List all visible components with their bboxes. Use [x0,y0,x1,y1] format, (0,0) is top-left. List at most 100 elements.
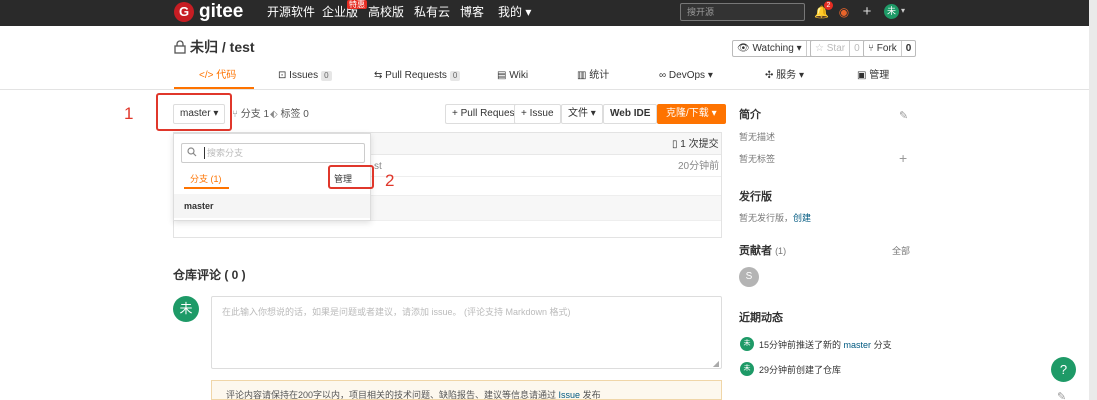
tags-label: 标签 0 [280,109,309,120]
nav-open-source[interactable]: 开源软件 [267,5,315,19]
activity-branch-link[interactable]: master [844,340,872,350]
avatar-chevron-down-icon[interactable]: ▾ [901,6,905,15]
intro-title: 简介 [739,109,761,121]
top-search-input[interactable]: 搜开源 [680,3,805,21]
user-avatar[interactable]: 未 [884,4,899,19]
gitee-logo-text[interactable]: gitee [199,1,243,23]
tab-services-label: 服务 [776,70,797,81]
create-release-link[interactable]: 创建 [793,213,811,223]
star-button[interactable]: ☆ Star 0 [810,40,865,57]
nav-private-cloud[interactable]: 私有云 [414,5,450,19]
chevron-down-icon: ▾ [707,70,713,81]
bulb-icon[interactable]: ◉ [837,5,851,19]
repo-title[interactable]: 未归 / test [190,38,255,56]
file-menu-label: 文件 [568,108,588,119]
special-offer-badge: 特惠 [347,0,367,9]
gitee-logo-icon[interactable]: G [174,2,194,22]
repo-comments-title: 仓库评论 ( 0 ) [173,268,246,282]
chevron-down-icon: ▾ [525,5,532,19]
tab-issues[interactable]: ⊡ Issues 0 [278,70,332,82]
infinity-icon: ∞ [659,70,667,81]
activity-avatar[interactable]: 未 [740,337,754,351]
bar-chart-icon: ▥ [577,70,587,81]
tab-devops[interactable]: ∞ DevOps ▾ [659,70,713,82]
issues-count-badge: 0 [321,71,332,81]
chevron-down-icon: ▾ [798,70,804,81]
branch-search-placeholder: 搜索分支 [204,147,243,159]
repo-header: 未归 / test 👁 Watching ▾ 1 ☆ Star 0 ⑂ Fork… [0,26,1089,90]
file-menu-button[interactable]: 文件 ▾ [561,104,603,124]
nav-blog[interactable]: 博客 [460,5,484,19]
no-release-text: 暂无发行版，创建 [739,213,811,224]
tab-pr-label: Pull Requests [385,70,447,81]
star-count: 0 [849,41,864,56]
branch-icon: ⑂ [232,109,238,120]
tab-services[interactable]: ✣ 服务 ▾ [765,70,804,82]
services-icon: ✣ [765,70,774,81]
tab-manage[interactable]: ▣ 管理 [857,70,889,82]
tab-issues-label: Issues [289,70,319,81]
release-title: 发行版 [739,191,772,203]
tag-icon: ⬖ [270,109,278,120]
tab-code[interactable]: </> 代码 [199,70,236,82]
branches-label: 分支 1 [240,109,270,120]
commit-count-label: 1 次提交 [680,139,719,150]
branch-select-label: master [180,108,211,119]
branch-tab[interactable]: 分支 (1) [190,172,222,185]
contributors-label: 贡献者 [739,245,772,257]
feedback-edit-icon[interactable]: ✎ [1057,390,1066,400]
commit-message: st [374,161,382,172]
book-icon: ▤ [497,70,507,81]
no-tags-text: 暂无标签 [739,154,776,164]
annotation-step-1: 1 [124,104,134,123]
help-button[interactable]: ? [1051,357,1076,382]
resize-handle-icon[interactable]: ◢ [713,359,719,368]
tags-link[interactable]: ⬖ 标签 0 [270,109,309,121]
tab-stats-label: 统计 [589,70,610,81]
tab-code-label: 代码 [216,70,237,81]
nav-mine-label: 我的 [498,5,523,19]
tab-wiki-label: Wiki [509,70,529,81]
branches-link[interactable]: ⑂ 分支 1 [232,109,269,121]
new-issue-button[interactable]: + Issue [514,104,561,124]
tab-pull-requests[interactable]: ⇆ Pull Requests 0 [374,70,461,82]
lock-icon [174,40,186,54]
clone-download-button[interactable]: 克隆/下载 ▾ [657,104,726,124]
activity-avatar[interactable]: 未 [740,362,754,376]
commit-icon: ▯ [672,139,678,150]
branch-search-input[interactable]: 搜索分支 [181,143,365,163]
code-icon: </> [199,70,214,81]
watching-button[interactable]: 👁 Watching ▾ 1 [732,40,822,57]
activity-item: 29分钟前创建了仓库 [759,365,842,375]
nav-education[interactable]: 高校版 [368,5,404,19]
edit-icon[interactable]: ✎ [899,110,908,122]
tab-wiki[interactable]: ▤ Wiki [497,70,528,82]
notice-issue-link[interactable]: Issue [559,390,581,399]
notification-count-badge: 2 [824,1,833,10]
eye-icon: 👁 [737,43,750,54]
search-icon [187,147,197,160]
notice-text: 评论内容请保持在200字以内，项目相关的技术问题、缺陷报告、建议等信息请通过 [226,390,557,400]
issues-icon: ⊡ [278,70,287,81]
tab-stats[interactable]: ▥ 统计 [577,70,609,82]
notice-text-tail: 发布 [582,390,601,400]
nav-mine[interactable]: 我的 ▾ [498,5,531,19]
web-ide-button[interactable]: Web IDE [603,104,658,124]
new-pull-request-button[interactable]: + Pull Request [445,104,524,124]
fork-button[interactable]: ⑂ Fork 0 [863,40,917,57]
comment-textarea[interactable]: 在此输入你想说的话，如果是问题或者建议，请添加 issue。 (评论支持 Mar… [211,296,722,369]
branch-item-master[interactable]: master [174,194,370,218]
contributor-avatar[interactable]: S [739,267,759,287]
commit-count-link[interactable]: ▯ 1 次提交 [672,139,719,151]
star-icon: ☆ [815,43,824,54]
add-tag-plus-icon[interactable]: + [899,151,907,165]
pr-count-badge: 0 [449,71,461,81]
page-scrollbar[interactable] [1089,0,1097,400]
comment-placeholder: 在此输入你想说的话，如果是问题或者建议，请添加 issue。 (评论支持 Mar… [222,307,571,317]
plus-icon[interactable]: + [860,4,874,19]
branch-select-button[interactable]: master ▾ [173,104,226,124]
all-contributors-link[interactable]: 全部 [892,246,910,257]
pull-request-icon: ⇆ [374,70,383,81]
tab-devops-label: DevOps [668,70,706,81]
clone-download-label: 克隆/下载 [666,108,709,119]
